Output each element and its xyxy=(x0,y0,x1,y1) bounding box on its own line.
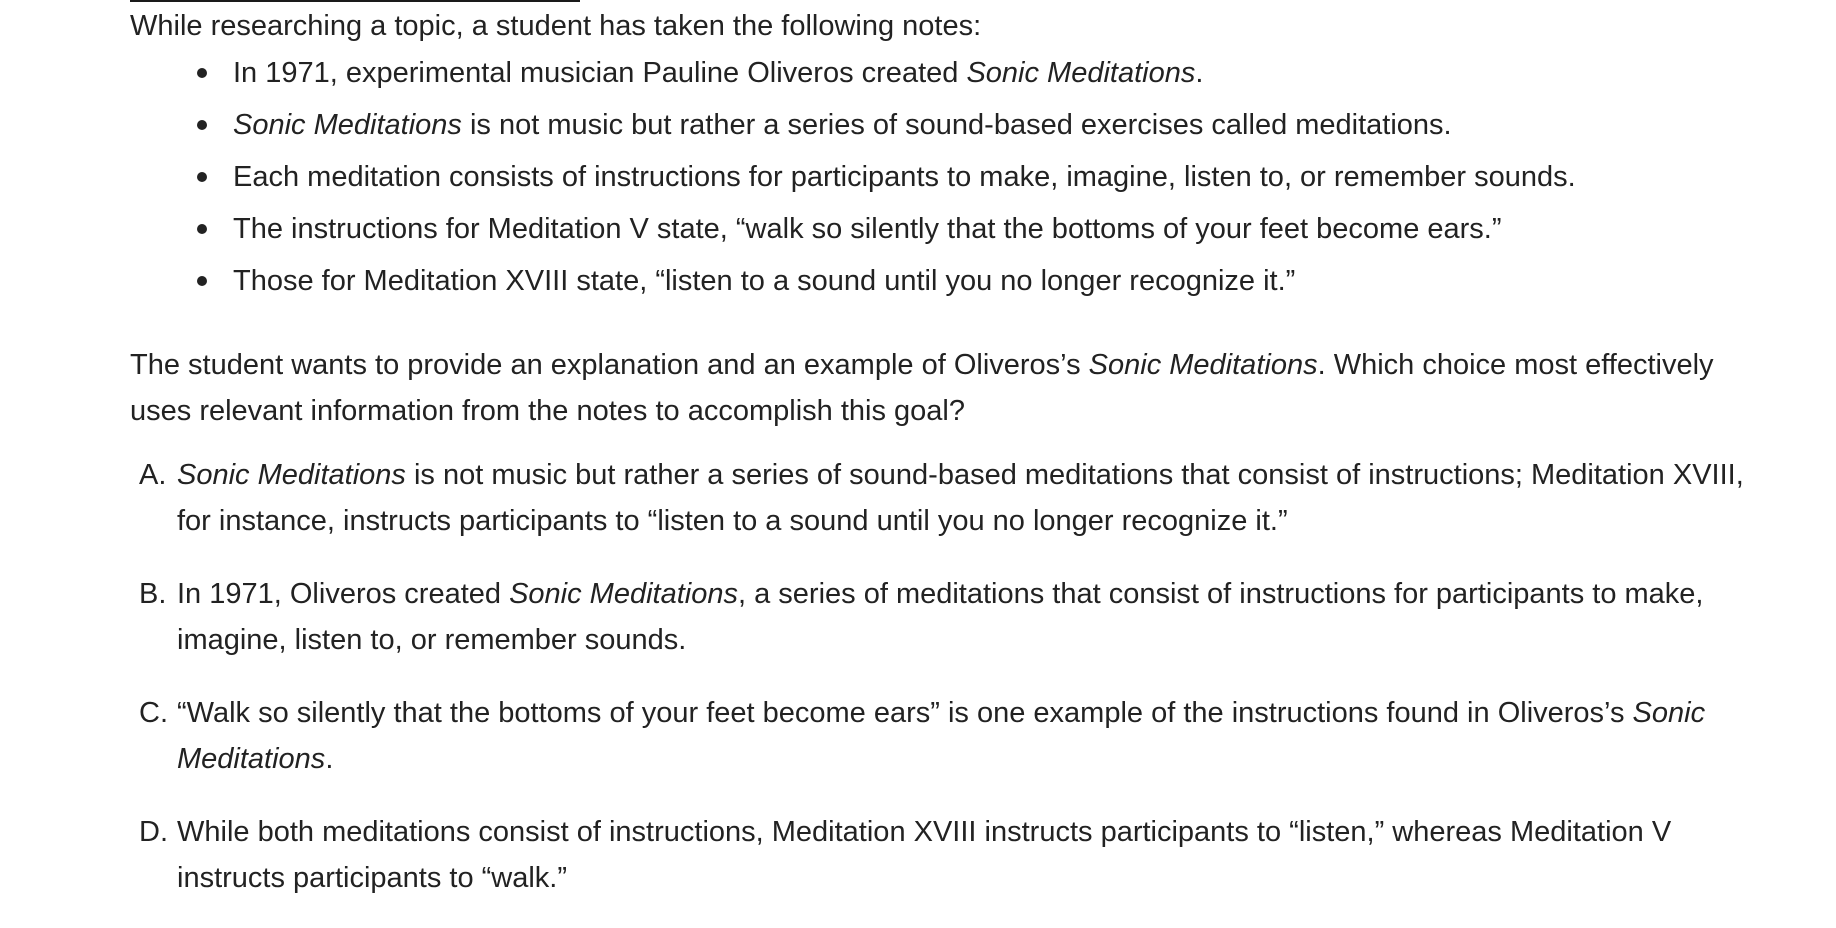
bullet-icon xyxy=(197,276,207,286)
choice-c[interactable]: C. “Walk so silently that the bottoms of… xyxy=(130,690,1770,809)
choice-letter: B. xyxy=(139,578,167,610)
choice-letter: A. xyxy=(139,459,167,491)
prompt-text: The student wants to provide an explanat… xyxy=(130,349,1089,381)
choice-text: “Walk so silently that the bottoms of yo… xyxy=(177,690,1757,782)
choice-b[interactable]: B. In 1971, Oliveros created Sonic Medit… xyxy=(130,571,1770,690)
bullet-icon xyxy=(197,68,207,78)
top-divider xyxy=(130,0,580,2)
choice-text-part: is not music but rather a series of soun… xyxy=(177,459,1744,537)
choice-text-part: In 1971, Oliveros created xyxy=(177,578,510,610)
note-item: Those for Meditation XVIII state, “liste… xyxy=(197,258,1576,310)
note-text: . xyxy=(1195,57,1204,89)
choice-letter: D. xyxy=(139,816,168,848)
choice-text: Sonic Meditations is not music but rathe… xyxy=(177,452,1757,544)
notes-intro: While researching a topic, a student has… xyxy=(130,10,982,42)
choice-italic-title: Sonic Meditations xyxy=(509,578,738,610)
notes-list: In 1971, experimental musician Pauline O… xyxy=(197,50,1576,310)
note-italic-title: Sonic Meditations xyxy=(966,57,1196,89)
bullet-icon xyxy=(197,120,207,130)
note-item: The instructions for Meditation V state,… xyxy=(197,206,1576,258)
bullet-icon xyxy=(197,224,207,234)
choice-text: In 1971, Oliveros created Sonic Meditati… xyxy=(177,571,1757,663)
choice-text-part: While both meditations consist of instru… xyxy=(177,816,1672,894)
note-text: is not music but rather a series of soun… xyxy=(461,109,1452,141)
bullet-icon xyxy=(197,172,207,182)
choice-text-part: . xyxy=(325,743,334,775)
question-prompt: The student wants to provide an explanat… xyxy=(130,342,1740,434)
note-text: Each meditation consists of instructions… xyxy=(233,161,1576,193)
prompt-italic-title: Sonic Meditations xyxy=(1088,349,1318,381)
note-text: The instructions for Meditation V state,… xyxy=(233,213,1502,245)
note-text: Those for Meditation XVIII state, “liste… xyxy=(233,265,1296,297)
answer-choices: A. Sonic Meditations is not music but ra… xyxy=(130,452,1770,928)
note-text: In 1971, experimental musician Pauline O… xyxy=(233,57,967,89)
note-italic-title: Sonic Meditations xyxy=(233,109,462,141)
note-item: In 1971, experimental musician Pauline O… xyxy=(197,50,1576,102)
choice-letter: C. xyxy=(139,697,168,729)
choice-italic-title: Sonic Meditations xyxy=(177,459,406,491)
choice-text-part: “Walk so silently that the bottoms of yo… xyxy=(177,697,1633,729)
note-item: Each meditation consists of instructions… xyxy=(197,154,1576,206)
note-item: Sonic Meditations is not music but rathe… xyxy=(197,102,1576,154)
choice-d[interactable]: D. While both meditations consist of ins… xyxy=(130,809,1770,928)
choice-text: While both meditations consist of instru… xyxy=(177,809,1757,901)
choice-a[interactable]: A. Sonic Meditations is not music but ra… xyxy=(130,452,1770,571)
